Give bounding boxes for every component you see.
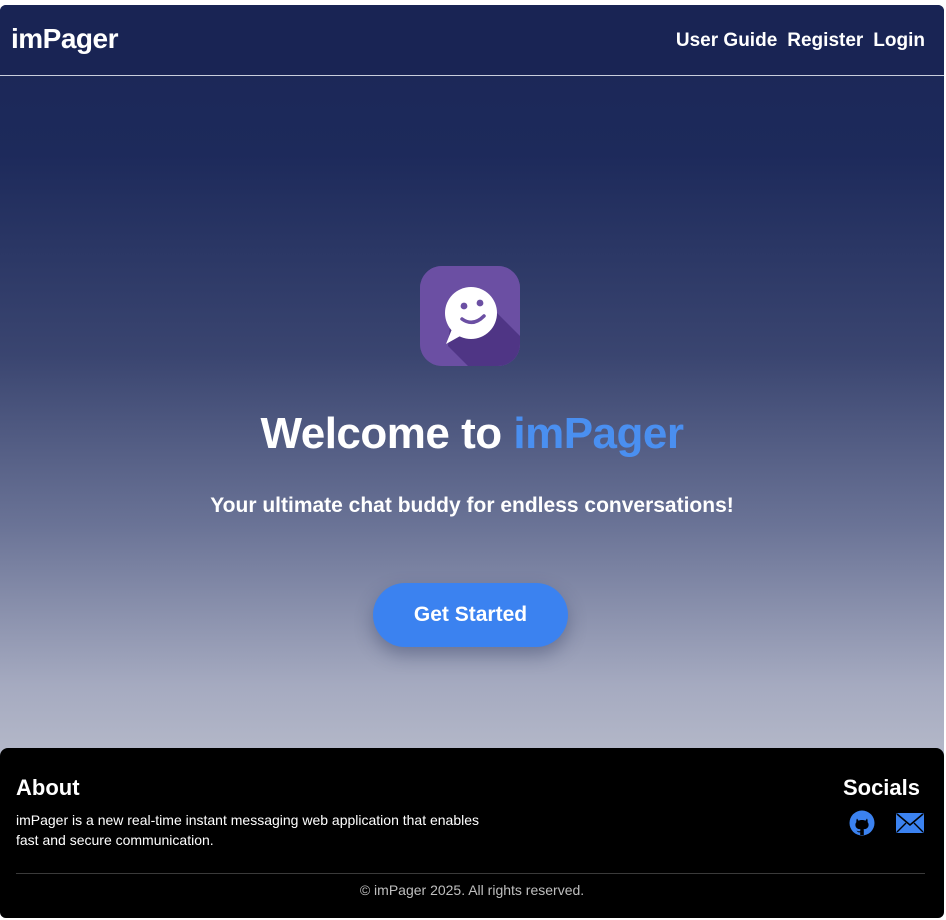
welcome-title-brand: imPager <box>513 409 684 458</box>
nav-links: User Guide Register Login <box>676 30 925 52</box>
github-icon[interactable] <box>849 810 875 841</box>
welcome-title: Welcome to imPager <box>0 409 944 459</box>
brand-logo-link[interactable]: imPager <box>11 23 119 55</box>
nav-link-register[interactable]: Register <box>787 30 863 52</box>
app-window: imPager User Guide Register Login Welcom… <box>0 5 944 918</box>
hero-section: Welcome to imPager Your ultimate chat bu… <box>0 76 944 748</box>
about-text: imPager is a new real-time instant messa… <box>16 812 480 848</box>
tagline: Your ultimate chat buddy for endless con… <box>210 494 734 517</box>
footer: About imPager is a new real-time instant… <box>0 748 944 918</box>
footer-divider <box>16 873 925 874</box>
chat-bubble-smiley-icon <box>420 266 520 366</box>
about-title: About <box>16 775 80 800</box>
welcome-title-prefix: Welcome to <box>260 409 503 458</box>
navbar: imPager User Guide Register Login <box>0 5 944 76</box>
mail-icon[interactable] <box>895 812 925 839</box>
social-links <box>849 810 925 841</box>
get-started-button[interactable]: Get Started <box>373 583 568 647</box>
socials-title: Socials <box>842 775 920 800</box>
copyright-text: © imPager 2025. All rights reserved. <box>359 882 585 898</box>
nav-link-user-guide[interactable]: User Guide <box>676 30 777 52</box>
nav-link-login[interactable]: Login <box>873 30 925 52</box>
